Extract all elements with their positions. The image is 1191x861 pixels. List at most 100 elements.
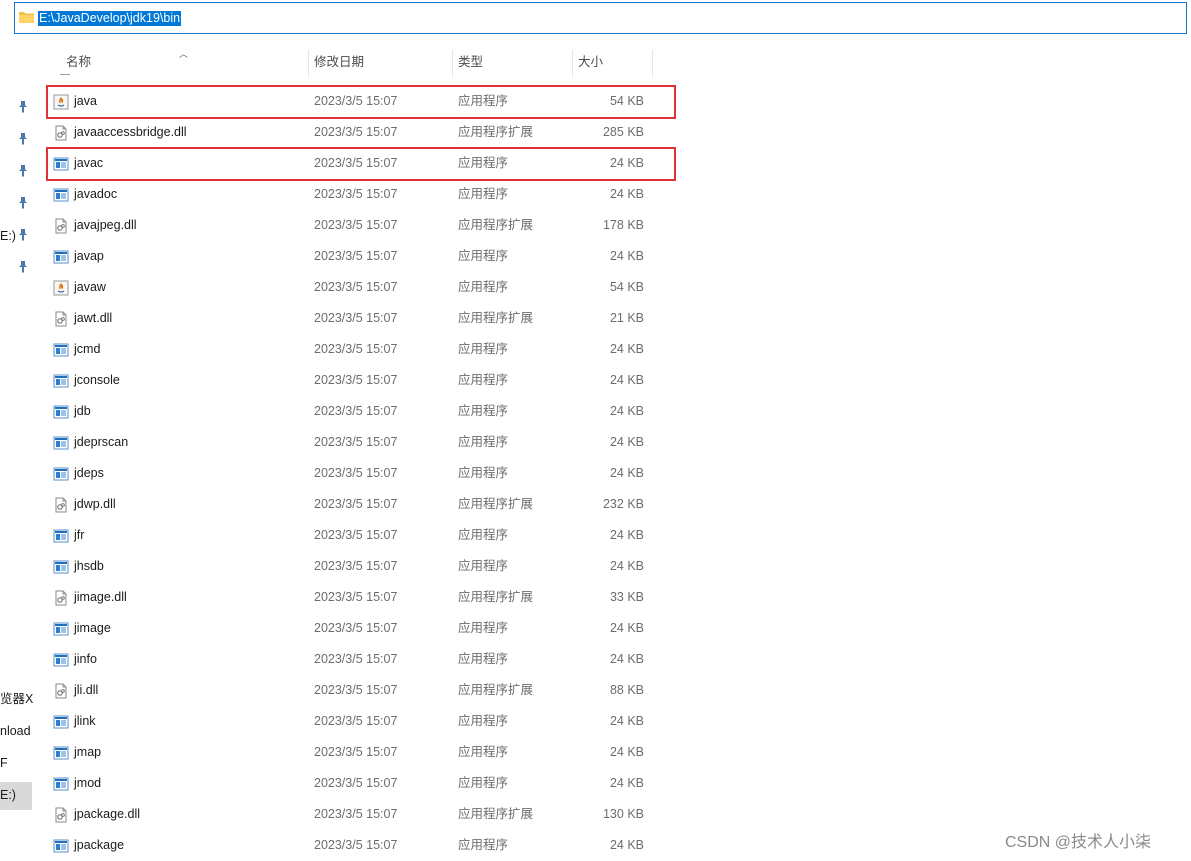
- dll-icon: [55, 497, 67, 513]
- file-row[interactable]: javadoc 2023/3/5 15:07 应用程序 24 KB: [50, 179, 660, 210]
- highlight-box: [46, 147, 676, 181]
- exe-icon: [53, 560, 69, 574]
- file-row[interactable]: javaaccessbridge.dll 2023/3/5 15:07 应用程序扩展…: [50, 117, 660, 148]
- java-app-icon: [53, 280, 69, 296]
- file-date: 2023/3/5 15:07: [314, 125, 398, 139]
- file-size: 24 KB: [609, 714, 644, 728]
- file-size: 285 KB: [602, 125, 644, 139]
- file-row[interactable]: jdeps 2023/3/5 15:07 应用程序 24 KB: [50, 458, 660, 489]
- file-date: 2023/3/5 15:07: [314, 621, 398, 635]
- nav-item-label[interactable]: nload: [0, 723, 31, 739]
- file-date: 2023/3/5 15:07: [314, 590, 398, 604]
- pin-icon: [19, 229, 27, 241]
- exe-icon: [53, 777, 69, 791]
- file-type: 应用程序: [458, 435, 509, 449]
- nav-item-label[interactable]: E:): [0, 787, 16, 803]
- file-type: 应用程序: [458, 776, 509, 790]
- column-divider[interactable]: [652, 50, 653, 77]
- file-row[interactable]: jdwp.dll 2023/3/5 15:07 应用程序扩展 232 KB: [50, 489, 660, 520]
- file-name: javaw: [74, 280, 106, 294]
- file-row[interactable]: javaw 2023/3/5 15:07 应用程序 54 KB: [50, 272, 660, 303]
- file-row[interactable]: jhsdb 2023/3/5 15:07 应用程序 24 KB: [50, 551, 660, 582]
- pin-icon: [19, 197, 27, 209]
- column-header-type[interactable]: 类型: [452, 47, 572, 77]
- address-path[interactable]: E:\JavaDevelop\jdk19\bin: [38, 11, 182, 26]
- pin-icon: [19, 101, 27, 113]
- exe-icon: [53, 250, 69, 264]
- file-row[interactable]: javap 2023/3/5 15:07 应用程序 24 KB: [50, 241, 660, 272]
- exe-icon: [53, 436, 69, 450]
- dll-icon: [55, 218, 67, 234]
- exe-icon: [53, 715, 69, 729]
- file-size: 24 KB: [609, 528, 644, 542]
- file-type: 应用程序: [458, 652, 509, 666]
- pin-icon: [19, 261, 27, 273]
- nav-item-label[interactable]: 览器X: [0, 691, 33, 707]
- dll-icon: [55, 125, 67, 141]
- file-name: javadoc: [74, 187, 118, 201]
- exe-icon: [53, 529, 69, 543]
- file-name: javajpeg.dll: [74, 218, 137, 232]
- file-name: jfr: [74, 528, 85, 542]
- file-type: 应用程序: [458, 404, 509, 418]
- file-type: 应用程序: [458, 528, 509, 542]
- file-size: 24 KB: [609, 652, 644, 666]
- file-type: 应用程序扩展: [458, 311, 534, 325]
- file-row[interactable]: jlink 2023/3/5 15:07 应用程序 24 KB: [50, 706, 660, 737]
- file-name: jimage.dll: [74, 590, 127, 604]
- file-date: 2023/3/5 15:07: [314, 187, 398, 201]
- file-type: 应用程序: [458, 838, 509, 852]
- pin-icon: [19, 165, 27, 177]
- file-row[interactable]: jfr 2023/3/5 15:07 应用程序 24 KB: [50, 520, 660, 551]
- file-row[interactable]: jdb 2023/3/5 15:07 应用程序 24 KB: [50, 396, 660, 427]
- exe-icon: [53, 405, 69, 419]
- file-row[interactable]: jimage 2023/3/5 15:07 应用程序 24 KB: [50, 613, 660, 644]
- column-header-size[interactable]: 大小: [572, 47, 652, 77]
- file-row[interactable]: javajpeg.dll 2023/3/5 15:07 应用程序扩展 178 KB: [50, 210, 660, 241]
- file-row[interactable]: jmod 2023/3/5 15:07 应用程序 24 KB: [50, 768, 660, 799]
- file-row[interactable]: jconsole 2023/3/5 15:07 应用程序 24 KB: [50, 365, 660, 396]
- file-name: jconsole: [74, 373, 120, 387]
- file-name: jinfo: [74, 652, 97, 666]
- file-size: 54 KB: [609, 280, 644, 294]
- file-size: 24 KB: [609, 559, 644, 573]
- column-header-name[interactable]: 名称: [60, 47, 308, 77]
- file-type: 应用程序: [458, 559, 509, 573]
- file-name: javap: [74, 249, 104, 263]
- file-row[interactable]: jpackage 2023/3/5 15:07 应用程序 24 KB: [50, 830, 660, 861]
- file-type: 应用程序: [458, 249, 509, 263]
- file-type: 应用程序: [458, 373, 509, 387]
- nav-item-label[interactable]: F: [0, 755, 8, 771]
- file-row[interactable]: jmap 2023/3/5 15:07 应用程序 24 KB: [50, 737, 660, 768]
- file-row[interactable]: jimage.dll 2023/3/5 15:07 应用程序扩展 33 KB: [50, 582, 660, 613]
- file-date: 2023/3/5 15:07: [314, 559, 398, 573]
- file-row[interactable]: jawt.dll 2023/3/5 15:07 应用程序扩展 21 KB: [50, 303, 660, 334]
- dll-icon: [55, 590, 67, 606]
- address-input[interactable]: E:\JavaDevelop\jdk19\bin: [14, 2, 1187, 34]
- file-date: 2023/3/5 15:07: [314, 466, 398, 480]
- file-size: 24 KB: [609, 838, 644, 852]
- file-row[interactable]: jinfo 2023/3/5 15:07 应用程序 24 KB: [50, 644, 660, 675]
- nav-item-label[interactable]: E:): [0, 228, 16, 244]
- file-name: jdeprscan: [74, 435, 129, 449]
- file-name: jhsdb: [74, 559, 104, 573]
- file-type: 应用程序: [458, 187, 509, 201]
- exe-icon: [53, 374, 69, 388]
- file-date: 2023/3/5 15:07: [314, 435, 398, 449]
- address-bar: E:\JavaDevelop\jdk19\bin: [0, 0, 1191, 47]
- exe-icon: [53, 746, 69, 760]
- file-row[interactable]: jcmd 2023/3/5 15:07 应用程序 24 KB: [50, 334, 660, 365]
- file-date: 2023/3/5 15:07: [314, 652, 398, 666]
- file-name: jmap: [74, 745, 102, 759]
- dll-icon: [55, 311, 67, 327]
- column-header-date[interactable]: 修改日期: [308, 47, 452, 77]
- file-date: 2023/3/5 15:07: [314, 838, 398, 852]
- file-name: jpackage.dll: [74, 807, 141, 821]
- file-row[interactable]: jpackage.dll 2023/3/5 15:07 应用程序扩展 130 KB: [50, 799, 660, 830]
- file-row[interactable]: jli.dll 2023/3/5 15:07 应用程序扩展 88 KB: [50, 675, 660, 706]
- file-date: 2023/3/5 15:07: [314, 745, 398, 759]
- file-size: 24 KB: [609, 404, 644, 418]
- file-size: 24 KB: [609, 342, 644, 356]
- file-row[interactable]: jdeprscan 2023/3/5 15:07 应用程序 24 KB: [50, 427, 660, 458]
- file-type: 应用程序扩展: [458, 590, 534, 604]
